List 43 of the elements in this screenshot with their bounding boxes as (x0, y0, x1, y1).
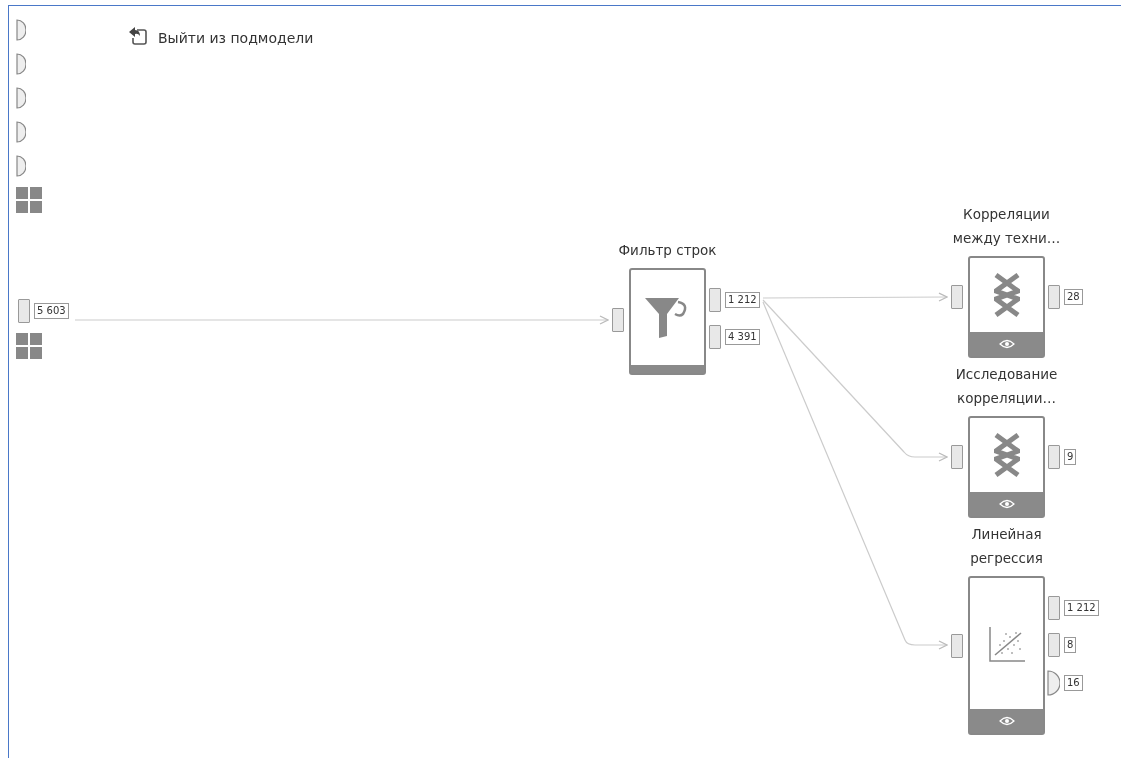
output-port[interactable] (1047, 670, 1060, 696)
input-port[interactable] (951, 445, 963, 469)
exit-icon (128, 26, 148, 46)
row-count: 4 391 (725, 329, 760, 345)
node-card[interactable] (968, 416, 1045, 518)
scatter-plot-icon (987, 624, 1026, 663)
input-port[interactable] (16, 53, 26, 75)
output-port[interactable] (709, 325, 721, 349)
row-count: 16 (1064, 675, 1083, 691)
output-port[interactable] (1048, 633, 1060, 657)
grid-icon[interactable] (16, 333, 42, 359)
input-port[interactable] (16, 19, 26, 41)
node-card[interactable] (968, 576, 1045, 735)
row-count: 1 212 (1064, 600, 1099, 616)
input-port[interactable] (612, 308, 624, 332)
helix-icon (993, 273, 1020, 317)
row-count: 28 (1064, 289, 1083, 305)
input-port[interactable] (951, 634, 963, 658)
node-card[interactable] (968, 256, 1045, 358)
input-port[interactable] (951, 285, 963, 309)
input-port[interactable] (16, 121, 26, 143)
output-port[interactable] (1048, 285, 1060, 309)
node-title: Корреляции между техни… (951, 205, 1062, 248)
row-count: 9 (1064, 449, 1077, 465)
eye-icon[interactable] (998, 499, 1015, 509)
row-count: 5 603 (34, 303, 69, 319)
node-title: Фильтр строк (617, 241, 718, 260)
node-title: Линейная регрессия (969, 525, 1044, 568)
input-port[interactable] (16, 155, 26, 177)
output-port[interactable] (1048, 445, 1060, 469)
helix-icon (993, 433, 1020, 477)
eye-icon[interactable] (998, 339, 1015, 349)
exit-submodel-link[interactable]: Выйти из подмодели (128, 26, 314, 46)
row-count: 1 212 (725, 292, 760, 308)
input-port[interactable] (16, 87, 26, 109)
input-port[interactable] (18, 299, 30, 323)
node-title: Исследование корреляции… (954, 365, 1059, 408)
grid-icon[interactable] (16, 187, 42, 213)
output-port[interactable] (1048, 596, 1060, 620)
eye-icon[interactable] (998, 716, 1015, 726)
row-count: 8 (1064, 637, 1077, 653)
output-port[interactable] (709, 288, 721, 312)
node-card[interactable] (629, 268, 706, 375)
